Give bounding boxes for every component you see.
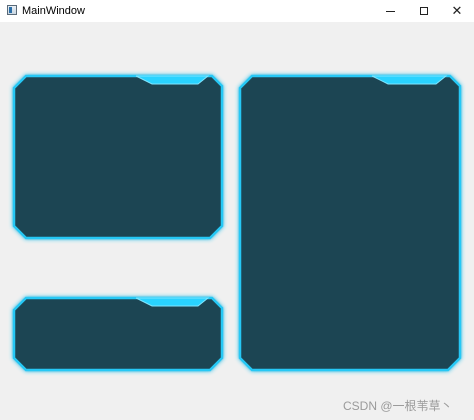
central-widget — [0, 22, 474, 420]
panel-top-left — [12, 74, 224, 240]
maximize-button[interactable] — [407, 0, 441, 22]
close-icon: ✕ — [451, 3, 463, 19]
minimize-icon — [385, 11, 395, 12]
window-title: MainWindow — [22, 5, 85, 17]
maximize-icon — [420, 7, 428, 15]
minimize-button[interactable] — [373, 0, 407, 22]
main-window: MainWindow ✕ CSDN @一根苇草丶 — [0, 0, 474, 420]
app-window-icon — [7, 5, 17, 15]
close-button[interactable]: ✕ — [440, 0, 474, 22]
title-bar[interactable]: MainWindow ✕ — [0, 0, 474, 22]
csdn-watermark: CSDN @一根苇草丶 — [343, 399, 453, 413]
panel-bottom-left — [12, 296, 224, 372]
panel-right — [238, 74, 462, 372]
